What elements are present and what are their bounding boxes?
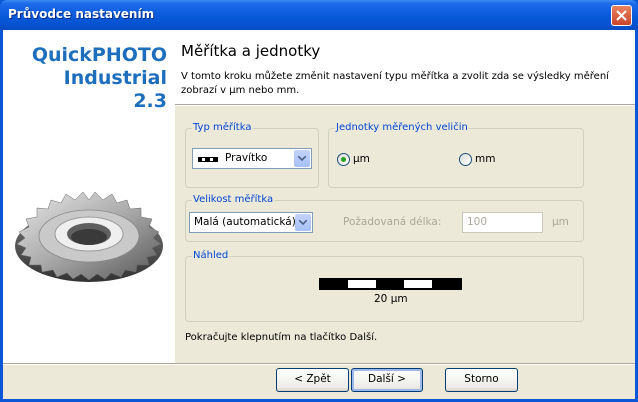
page-description: V tomto kroku můžete změnit nastavení ty… — [181, 71, 609, 96]
scale-bar-label: 20 µm — [374, 293, 408, 305]
radio-selected-dot — [341, 157, 346, 162]
content-panel: Měřítka a jednotky V tomto kroku můžete … — [175, 30, 635, 363]
hint-text: Pokračujte klepnutím na tlačítko Další. — [185, 332, 378, 343]
client-area: QuickPHOTO Industrial 2.3 Měřítka a jedn… — [3, 30, 635, 399]
scale-type-group: Typ měřítka Pravítko — [185, 122, 319, 188]
wizard-body: QuickPHOTO Industrial 2.3 Měřítka a jedn… — [3, 30, 635, 363]
unit-mm-radio[interactable] — [459, 153, 472, 166]
footer-separator — [3, 363, 635, 365]
unit-um-radio[interactable] — [337, 153, 350, 166]
length-unit: µm — [552, 216, 569, 228]
scale-size-group: Velikost měřítka Malá (automatická) Poža… — [185, 194, 584, 242]
units-label: Jednotky měřených veličin — [335, 122, 469, 133]
title-bar[interactable]: Průvodce nastavením — [0, 0, 638, 30]
length-input-value: 100 — [467, 216, 488, 228]
close-icon — [616, 10, 627, 21]
scale-bar — [319, 278, 462, 290]
unit-um-label[interactable]: µm — [353, 153, 370, 165]
units-group: Jednotky měřených veličin µm mm — [328, 122, 584, 188]
product-name-line2: Industrial — [63, 67, 167, 89]
brand-panel: QuickPHOTO Industrial 2.3 — [3, 30, 175, 363]
length-label: Požadovaná délka: — [343, 216, 442, 228]
scale-size-select[interactable]: Malá (automatická) — [189, 212, 313, 233]
header-separator — [175, 104, 635, 106]
cancel-button[interactable]: Storno — [445, 368, 518, 392]
gear-icon — [15, 191, 163, 282]
chevron-down-icon — [298, 156, 306, 161]
page-title: Měřítka a jednotky — [181, 42, 321, 60]
scale-type-label: Typ měřítka — [192, 122, 253, 133]
preview-group: Náhled 20 µm — [185, 250, 584, 322]
preview-label: Náhled — [192, 250, 230, 261]
wizard-window: Průvodce nastavením QuickPHOTO Industria… — [0, 0, 638, 402]
window-title: Průvodce nastavením — [8, 7, 155, 21]
back-button[interactable]: < Zpět — [276, 368, 349, 392]
product-name: QuickPHOTO Industrial 2.3 — [32, 44, 167, 113]
close-button[interactable] — [611, 5, 632, 26]
ruler-icon — [198, 157, 218, 162]
scale-type-value: Pravítko — [225, 152, 268, 164]
scale-type-dropdown-button[interactable] — [294, 150, 310, 167]
scale-type-select[interactable]: Pravítko — [192, 148, 312, 169]
page-header: Měřítka a jednotky V tomto kroku můžete … — [175, 30, 635, 104]
unit-mm-label[interactable]: mm — [475, 153, 495, 165]
chevron-down-icon — [299, 220, 307, 225]
next-button[interactable]: Další > — [351, 368, 423, 392]
scale-size-dropdown-button[interactable] — [295, 214, 311, 231]
scale-size-value: Malá (automatická) — [194, 216, 296, 228]
scale-size-label: Velikost měřítka — [192, 194, 275, 205]
product-version: 2.3 — [133, 90, 167, 112]
product-name-line1: QuickPHOTO — [31, 44, 167, 66]
length-input[interactable]: 100 — [462, 212, 543, 233]
